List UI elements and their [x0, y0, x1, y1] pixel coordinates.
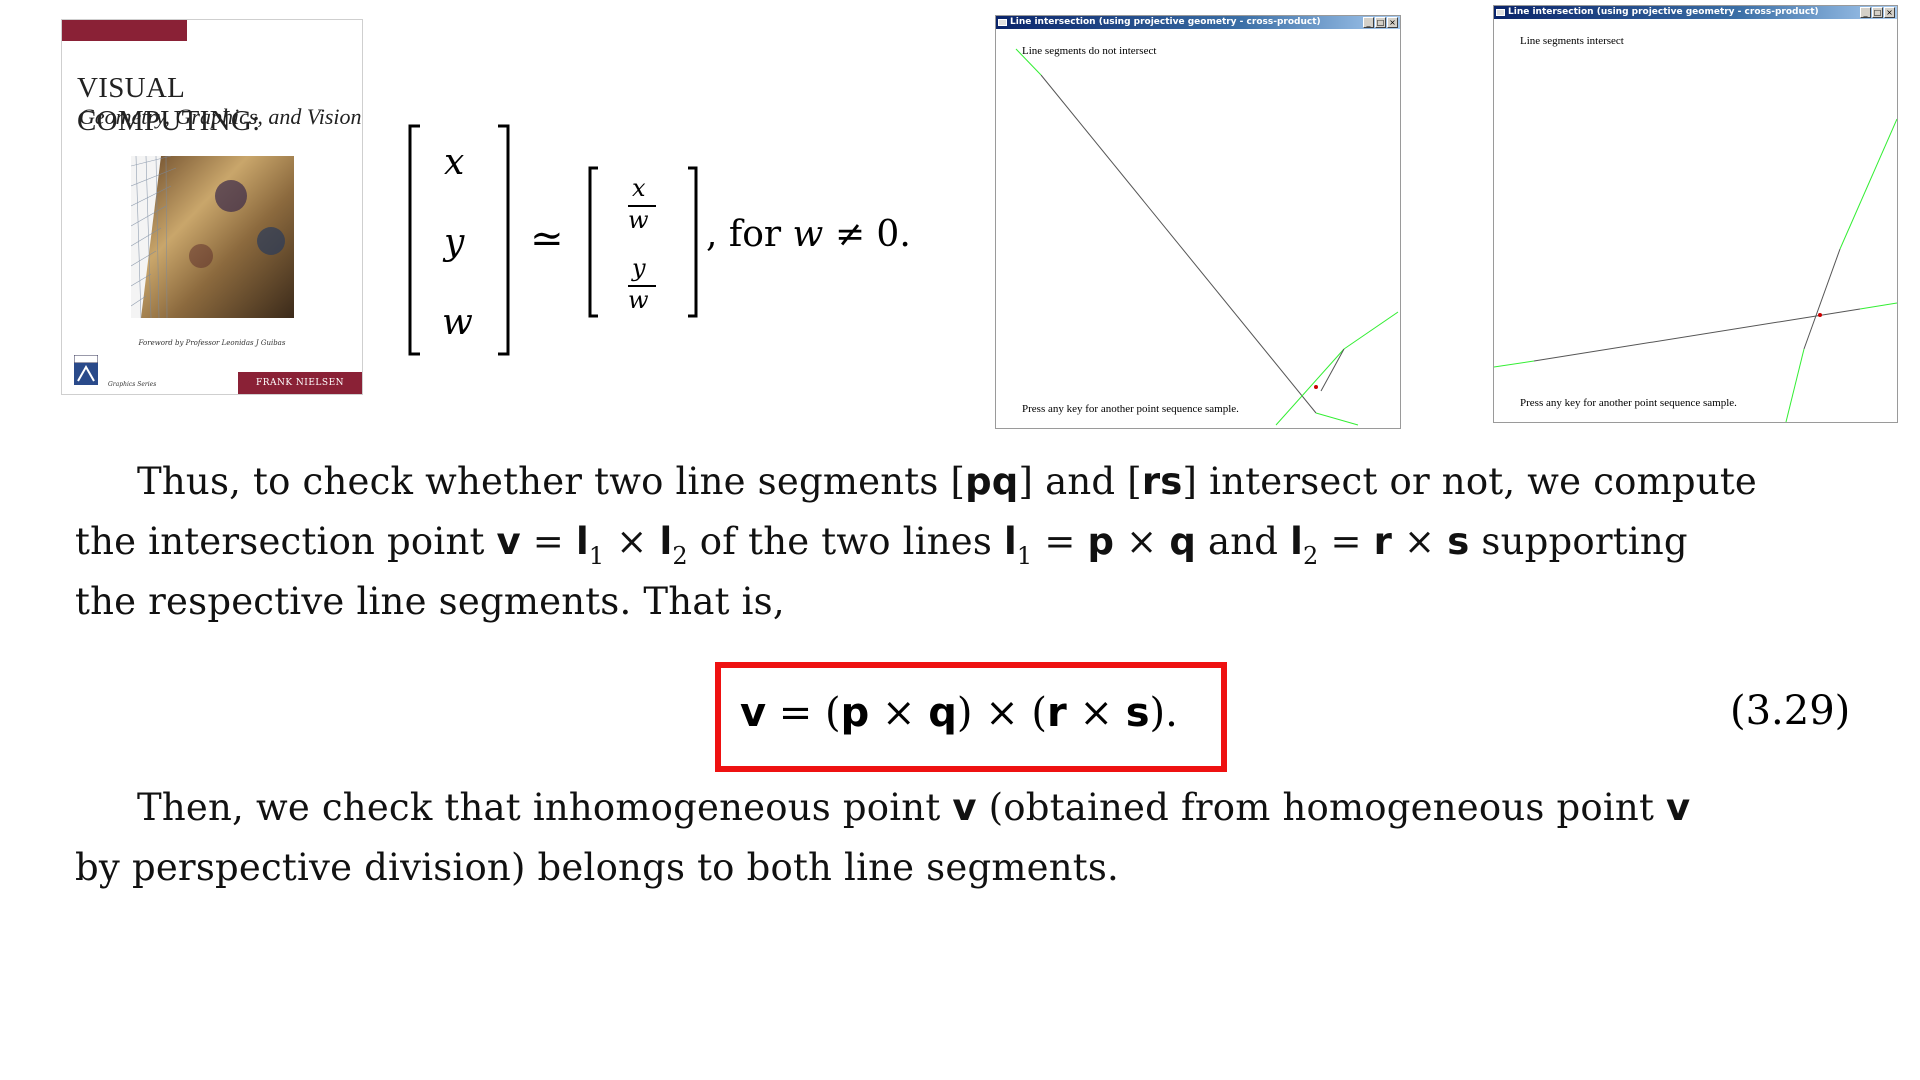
book-cover: VISUAL COMPUTING: Geometry, Graphics, an… [61, 19, 363, 395]
intersection-canvas [1015, 48, 1399, 426]
status-message: Line segments intersect [1520, 35, 1624, 47]
minimize-button[interactable]: _ [1860, 7, 1871, 18]
window-titlebar[interactable]: Line intersection (using projective geom… [1494, 6, 1897, 19]
window-icon [1496, 9, 1505, 16]
window-not-intersect: Line intersection (using projective geom… [995, 15, 1401, 429]
cover-artwork [131, 156, 294, 318]
equation-condition: , for w ≠ 0. [706, 214, 911, 255]
intersection-canvas [1494, 118, 1897, 422]
cover-series: Graphics Series [108, 381, 157, 388]
fraction-x-den: w [628, 206, 649, 234]
cover-subtitle: Geometry, Graphics, and Vision [79, 104, 362, 129]
window-title: Line intersection (using projective geom… [1508, 7, 1819, 17]
window-icon [998, 19, 1007, 26]
close-button[interactable]: × [1884, 7, 1895, 18]
cover-top-bar [62, 20, 187, 41]
similar-symbol: ≃ [530, 216, 564, 262]
projective-equation: x y w ≃ x w y w , for w ≠ 0. [400, 120, 920, 360]
paragraph1-line1: Thus, to check whether two line segments… [137, 460, 1757, 503]
status-message: Line segments do not intersect [1022, 45, 1157, 57]
fraction-x-num: x [632, 174, 646, 202]
paragraph1-line3: the respective line segments. That is, [75, 580, 785, 623]
cover-author: FRANK NIELSEN [238, 372, 362, 394]
window-title: Line intersection (using projective geom… [1010, 17, 1321, 27]
paragraph2-line2: by perspective division) belongs to both… [75, 846, 1119, 889]
fraction-y-den: w [628, 286, 649, 314]
paragraph2-line1: Then, we check that inhomogeneous point … [137, 786, 1691, 829]
main-equation: v = (p × q) × (r × s). [740, 690, 1178, 736]
minimize-button[interactable]: _ [1363, 17, 1374, 28]
footer-message: Press any key for another point sequence… [1022, 403, 1239, 415]
footer-message: Press any key for another point sequence… [1520, 397, 1737, 409]
cover-foreword: Foreword by Professor Leonidas J Guibas [138, 339, 286, 347]
matrix-y: y [444, 222, 465, 263]
equation-number: (3.29) [1730, 688, 1851, 734]
maximize-button[interactable]: □ [1872, 7, 1883, 18]
matrix-x: x [444, 142, 465, 183]
close-button[interactable]: × [1387, 17, 1398, 28]
window-intersect: Line intersection (using projective geom… [1493, 5, 1898, 423]
maximize-button[interactable]: □ [1375, 17, 1386, 28]
matrix-w: w [442, 302, 473, 343]
publisher-logo [74, 355, 98, 385]
fraction-y-num: y [632, 254, 646, 282]
window-titlebar[interactable]: Line intersection (using projective geom… [996, 16, 1400, 29]
